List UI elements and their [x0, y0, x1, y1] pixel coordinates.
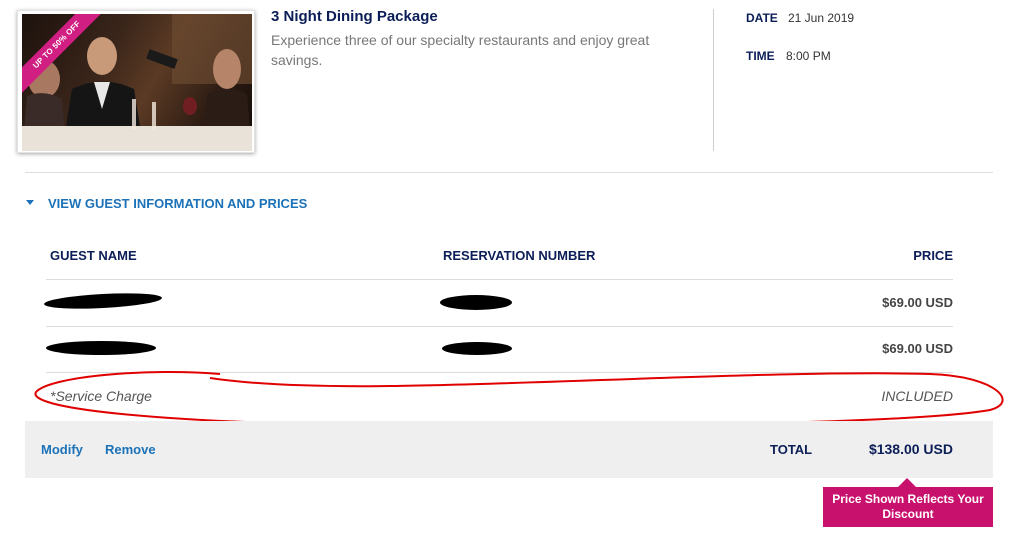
- date-value: 21 Jun 2019: [788, 11, 855, 25]
- row-price: $69.00 USD: [882, 295, 953, 310]
- tooltip-arrow: [898, 478, 916, 487]
- dining-photo: UP TO 50% OFF: [22, 14, 252, 151]
- time-label: TIME: [746, 49, 775, 63]
- total-label: TOTAL: [770, 442, 813, 457]
- row-divider: [46, 279, 953, 280]
- package-description: Experience three of our specialty restau…: [271, 32, 650, 68]
- row-price: $69.00 USD: [882, 341, 953, 356]
- table-row: [46, 339, 158, 359]
- redacted-reservation-number: [440, 295, 512, 310]
- discount-tooltip: Price Shown Reflects Your Discount: [823, 487, 993, 527]
- toggle-label: VIEW GUEST INFORMATION AND PRICES: [48, 196, 308, 211]
- footer-bar: [25, 421, 993, 478]
- vertical-divider: [713, 9, 714, 151]
- modify-link[interactable]: Modify: [41, 442, 83, 457]
- header-price: PRICE: [913, 248, 953, 263]
- redacted-guest-name: [46, 341, 156, 355]
- redacted-guest-name: [43, 290, 163, 312]
- time-value: 8:00 PM: [786, 49, 831, 63]
- view-guest-info-toggle[interactable]: VIEW GUEST INFORMATION AND PRICES: [26, 196, 307, 211]
- header-guest-name: GUEST NAME: [50, 248, 137, 263]
- header-reservation-number: RESERVATION NUMBER: [443, 248, 596, 263]
- package-image-card: UP TO 50% OFF: [17, 10, 255, 153]
- remove-link[interactable]: Remove: [105, 442, 156, 457]
- date-label: DATE: [746, 11, 778, 25]
- section-divider: [25, 172, 993, 173]
- table-row: [43, 290, 164, 315]
- caret-down-icon: [26, 200, 34, 206]
- total-value: $138.00 USD: [868, 441, 953, 457]
- package-title: 3 Night Dining Package: [271, 8, 438, 25]
- row-divider: [46, 326, 953, 327]
- redacted-reservation-number: [442, 342, 512, 355]
